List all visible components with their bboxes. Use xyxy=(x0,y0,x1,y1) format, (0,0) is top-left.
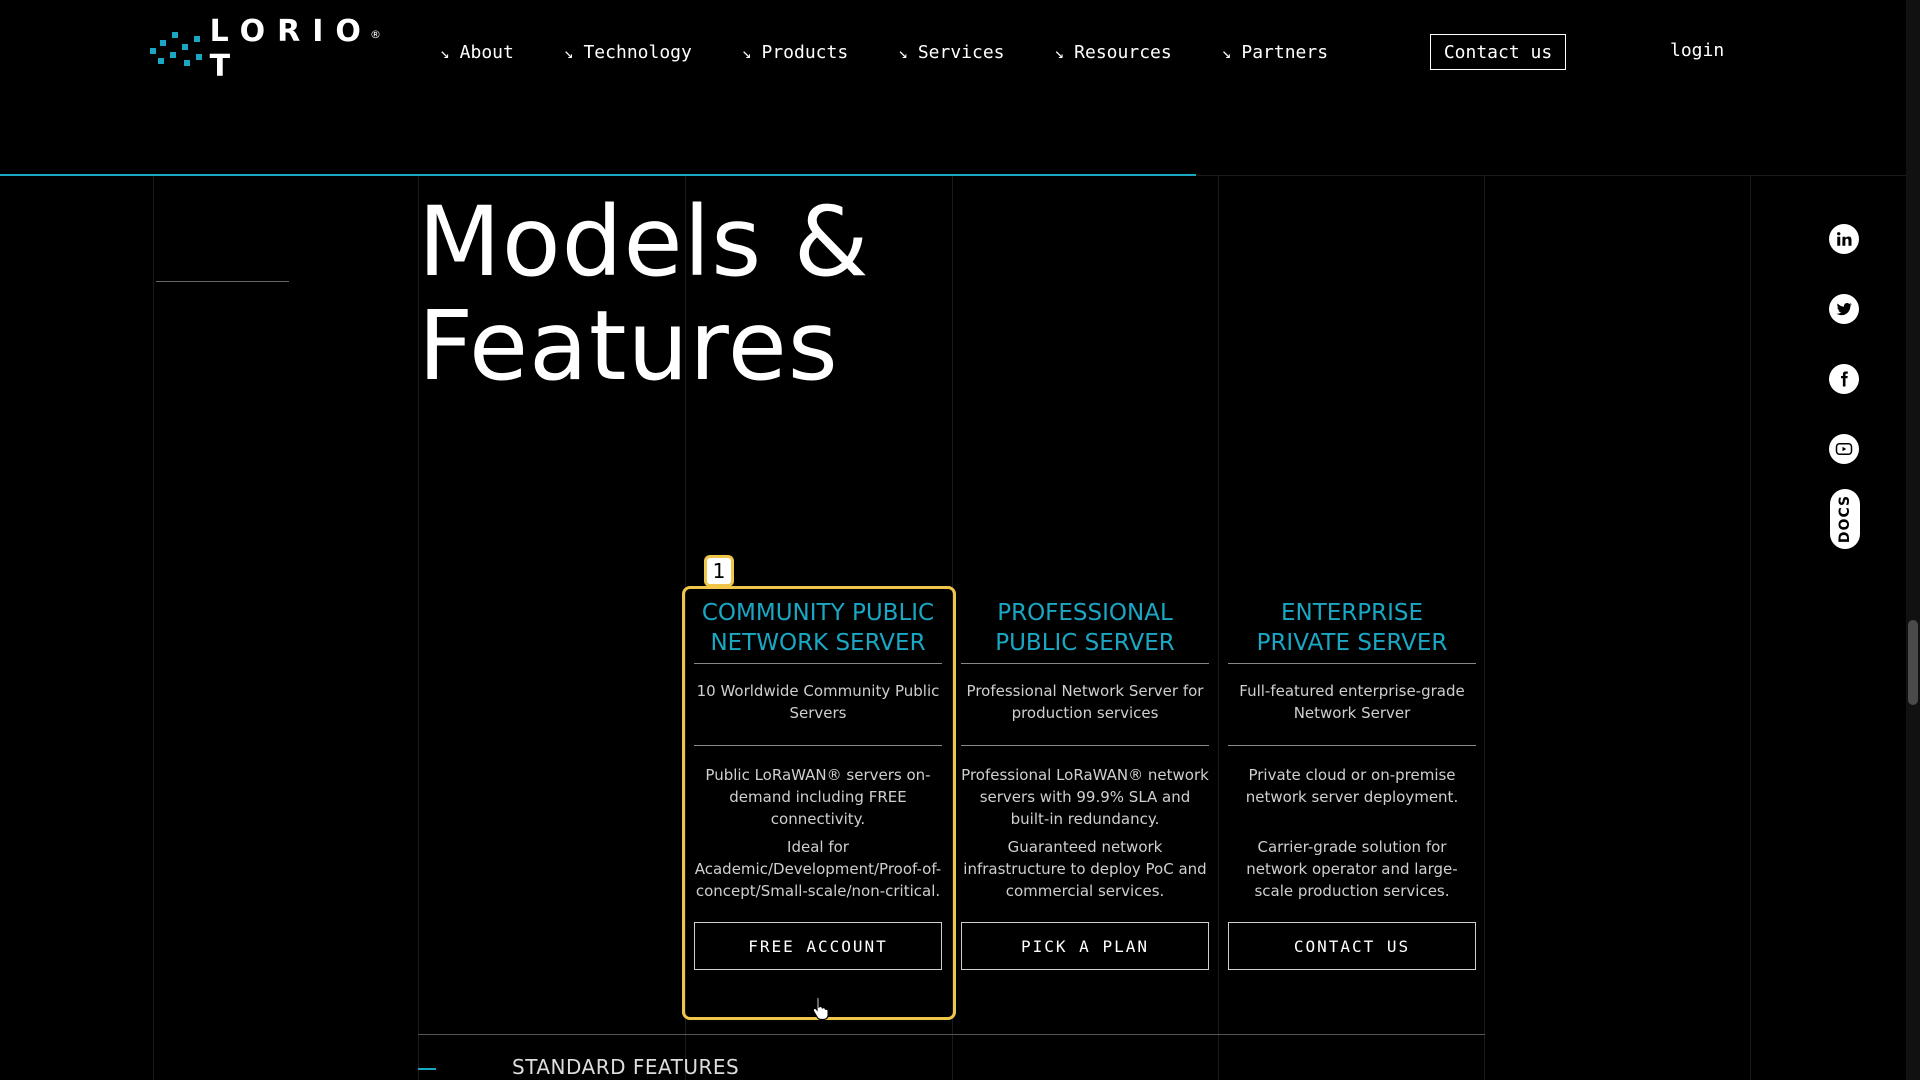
nav-item-label: Technology xyxy=(583,41,692,63)
page: LORIO T ® ↘ About ↘ Technology ↘ Product… xyxy=(0,0,1920,1080)
arrow-down-right-icon: ↘ xyxy=(563,42,574,62)
highlight-badge: 1 xyxy=(704,555,734,587)
grid-line xyxy=(153,176,154,1080)
plan-enterprise: ENTERPRISE PRIVATE SERVER Full-featured … xyxy=(1228,588,1476,970)
plan-description: Professional LoRaWAN® network servers wi… xyxy=(961,766,1209,828)
plan-professional: PROFESSIONAL PUBLIC SERVER Professional … xyxy=(961,588,1209,970)
arrow-down-right-icon: ↘ xyxy=(1054,42,1065,62)
logo-text: LORIO T xyxy=(209,14,373,84)
registered-mark: ® xyxy=(370,28,381,41)
plan-ideal-for: Guaranteed network infrastructure to dep… xyxy=(963,838,1207,900)
twitter-icon[interactable] xyxy=(1829,294,1859,324)
nav-item-label: About xyxy=(459,41,514,63)
scrollbar-thumb[interactable] xyxy=(1908,620,1918,705)
facebook-icon[interactable] xyxy=(1829,364,1859,394)
nav-item-services[interactable]: ↘ Services xyxy=(898,32,1004,72)
hand-cursor-icon xyxy=(812,996,829,1021)
grid-line xyxy=(1750,176,1751,1080)
nav-item-about[interactable]: ↘ About xyxy=(440,32,514,72)
nav-item-partners[interactable]: ↘ Partners xyxy=(1222,32,1328,72)
main-nav: ↘ About ↘ Technology ↘ Products ↘ Servic… xyxy=(440,32,1378,72)
arrow-down-right-icon: ↘ xyxy=(898,42,908,62)
nav-item-products[interactable]: ↘ Products xyxy=(742,32,848,72)
plan-description: Private cloud or on-premise network serv… xyxy=(1245,766,1459,806)
plan-title-line-2: PUBLIC SERVER xyxy=(995,630,1175,656)
page-title: Models & Features xyxy=(418,190,870,398)
youtube-icon[interactable] xyxy=(1829,434,1859,464)
plan-subtitle: Professional Network Server for producti… xyxy=(961,664,1209,746)
nav-item-technology[interactable]: ↘ Technology xyxy=(564,32,692,72)
plan-title-line-2: PRIVATE SERVER xyxy=(1256,630,1448,656)
arrow-down-right-icon: ↘ xyxy=(440,42,450,62)
plan-title: PROFESSIONAL PUBLIC SERVER xyxy=(961,588,1209,664)
docs-link[interactable]: DOCS xyxy=(1830,489,1860,549)
grid-line xyxy=(1484,176,1485,1080)
nav-item-label: Partners xyxy=(1241,41,1329,63)
section-divider xyxy=(156,281,289,282)
plan-title: ENTERPRISE PRIVATE SERVER xyxy=(1228,588,1476,664)
plan-subtitle: Full-featured enterprise-grade Network S… xyxy=(1228,664,1476,746)
grid-line xyxy=(1218,176,1219,1080)
pick-a-plan-button[interactable]: PICK A PLAN xyxy=(961,922,1209,970)
plan-title-line-1: ENTERPRISE xyxy=(1280,600,1424,626)
loriot-logo[interactable]: LORIO T ® xyxy=(150,14,390,84)
logo-mark-icon xyxy=(150,26,202,72)
accordion-toggle-icon[interactable] xyxy=(418,1068,436,1070)
nav-item-label: Resources xyxy=(1074,41,1172,63)
contact-us-plan-button[interactable]: CONTACT US xyxy=(1228,922,1476,970)
nav-item-resources[interactable]: ↘ Resources xyxy=(1055,32,1172,72)
arrow-down-right-icon: ↘ xyxy=(1221,42,1232,62)
scrollbar-track[interactable] xyxy=(1906,0,1920,1080)
contact-us-button[interactable]: Contact us xyxy=(1430,34,1566,70)
scroll-progress-bar xyxy=(0,174,1196,176)
page-title-line-1: Models & xyxy=(418,186,870,298)
login-link[interactable]: login xyxy=(1670,40,1724,61)
section-divider xyxy=(418,1034,1485,1035)
arrow-down-right-icon: ↘ xyxy=(741,42,752,62)
site-header: LORIO T ® ↘ About ↘ Technology ↘ Product… xyxy=(0,0,1906,176)
page-title-line-2: Features xyxy=(418,290,839,402)
plan-ideal-for: Carrier-grade solution for network opera… xyxy=(1246,838,1458,900)
standard-features-heading[interactable]: STANDARD FEATURES xyxy=(512,1055,739,1079)
nav-item-label: Services xyxy=(917,41,1005,63)
nav-item-label: Products xyxy=(761,41,849,63)
plan-title-line-1: PROFESSIONAL xyxy=(997,600,1173,626)
highlight-box xyxy=(682,586,956,1020)
linkedin-icon[interactable] xyxy=(1829,224,1859,254)
docs-label: DOCS xyxy=(1837,494,1854,544)
